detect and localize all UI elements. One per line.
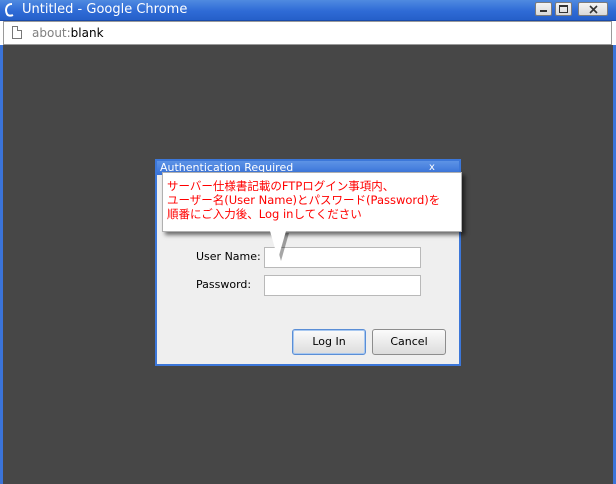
minimize-icon	[540, 10, 547, 12]
minimize-button[interactable]	[535, 2, 552, 16]
cancel-button[interactable]: Cancel	[372, 329, 446, 355]
annotation-line-1: サーバー仕様書記載のFTPログイン事項内、	[167, 179, 395, 193]
annotation-line-3: 順番にご入力後、Log inしてください	[167, 207, 362, 221]
annotation-text: サーバー仕様書記載のFTPログイン事項内、 ユーザー名(User Name)とパ…	[167, 179, 463, 221]
url-scheme: about:	[32, 26, 71, 40]
window-title: Untitled - Google Chrome	[22, 2, 188, 17]
close-icon	[589, 5, 598, 14]
url-text[interactable]: about:blank	[32, 26, 104, 40]
page-icon	[12, 26, 22, 39]
maximize-icon	[559, 5, 568, 13]
window-titlebar[interactable]: Untitled - Google Chrome	[0, 0, 616, 21]
callout-pointer	[270, 231, 286, 259]
user-name-label: User Name:	[196, 250, 261, 263]
annotation-line-2: ユーザー名(User Name)とパスワード(Password)を	[167, 193, 441, 207]
url-path: blank	[70, 26, 104, 40]
chrome-icon	[5, 3, 14, 17]
close-window-button[interactable]	[578, 2, 608, 16]
annotation-callout: サーバー仕様書記載のFTPログイン事項内、 ユーザー名(User Name)とパ…	[162, 172, 462, 232]
password-input[interactable]	[264, 275, 421, 296]
login-button[interactable]: Log In	[292, 329, 366, 355]
address-bar[interactable]: about:blank	[3, 21, 612, 45]
password-label: Password:	[196, 278, 252, 291]
maximize-button[interactable]	[555, 2, 572, 16]
